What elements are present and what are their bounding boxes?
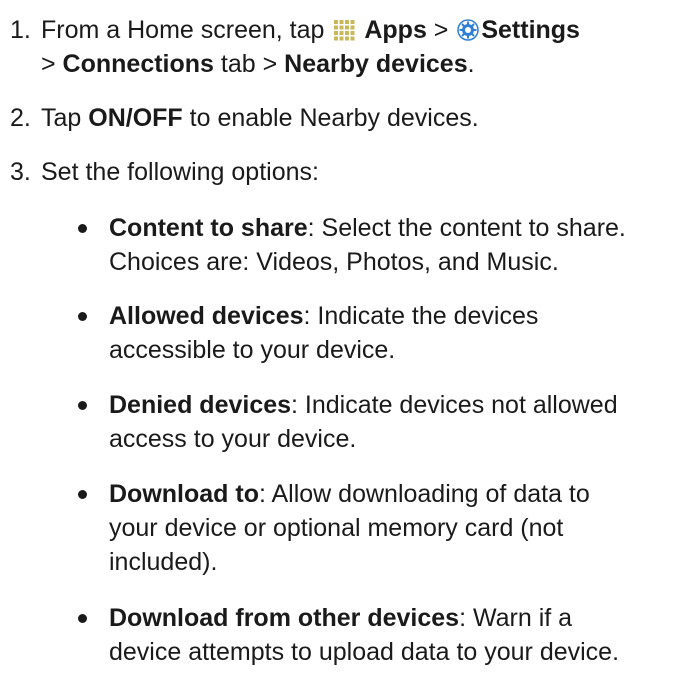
connections-label: Connections <box>62 50 214 78</box>
separator: > <box>426 16 456 44</box>
instructions-page: 1. From a Home screen, tap Apps > Settin… <box>0 0 683 682</box>
option-desc-cont: included). <box>109 548 218 576</box>
step-number: 3. <box>10 158 31 186</box>
bullet-dot <box>78 401 87 410</box>
step-1-text: From a Home screen, tap Apps > Settings … <box>41 13 681 81</box>
bullet-dot <box>78 312 87 321</box>
settings-gear-icon <box>457 19 480 41</box>
step-2-pre: Tap <box>41 104 89 132</box>
option-text: Content to share: Select the content to … <box>109 211 683 279</box>
settings-label: Settings <box>481 16 580 44</box>
option-text: Download to: Allow downloading of data t… <box>109 477 683 579</box>
step-3-text: Set the following options: <box>41 158 319 186</box>
option-text: Denied devices: Indicate devices not all… <box>109 388 683 456</box>
option-term: Content to share <box>109 214 308 242</box>
option-desc: : Select the content to share. <box>307 214 626 242</box>
option-desc-cont: access to your device. <box>109 425 357 453</box>
onoff-label: ON/OFF <box>88 104 183 132</box>
option-text: Allowed devices: Indicate the devices ac… <box>109 299 683 367</box>
option-desc-cont: accessible to your device. <box>109 336 396 364</box>
nearby-devices-label: Nearby devices <box>284 50 468 78</box>
bullet-dot <box>78 614 87 623</box>
option-desc: : Indicate devices not allowed <box>291 391 618 419</box>
step-2-post: to enable Nearby devices. <box>182 104 479 132</box>
separator: > <box>41 50 63 78</box>
option-desc-cont: Choices are: Videos, Photos, and Music. <box>109 248 559 276</box>
tab-text: tab > <box>213 50 285 78</box>
step-1-intro: From a Home screen, tap <box>41 16 332 44</box>
apps-grid-icon <box>334 20 355 41</box>
option-desc: : Allow downloading of data to <box>258 480 590 508</box>
option-desc: : Indicate the devices <box>303 302 539 330</box>
option-desc-cont: device attempts to upload data to your d… <box>109 638 620 666</box>
apps-label: Apps <box>364 16 427 44</box>
option-desc: : Warn if a <box>459 604 573 632</box>
step-number: 1. <box>10 16 31 44</box>
bullet-dot <box>78 490 87 499</box>
option-term: Denied devices <box>109 391 292 419</box>
step-2-text: Tap ON/OFF to enable Nearby devices. <box>41 101 681 135</box>
option-term: Download from other devices <box>109 604 460 632</box>
step-number: 2. <box>10 104 31 132</box>
period: . <box>467 50 475 78</box>
option-term: Allowed devices <box>109 302 304 330</box>
option-term: Download to <box>109 480 259 508</box>
option-desc-cont: your device or optional memory card (not <box>109 514 564 542</box>
bullet-dot <box>78 224 87 233</box>
option-text: Download from other devices: Warn if a d… <box>109 601 683 669</box>
